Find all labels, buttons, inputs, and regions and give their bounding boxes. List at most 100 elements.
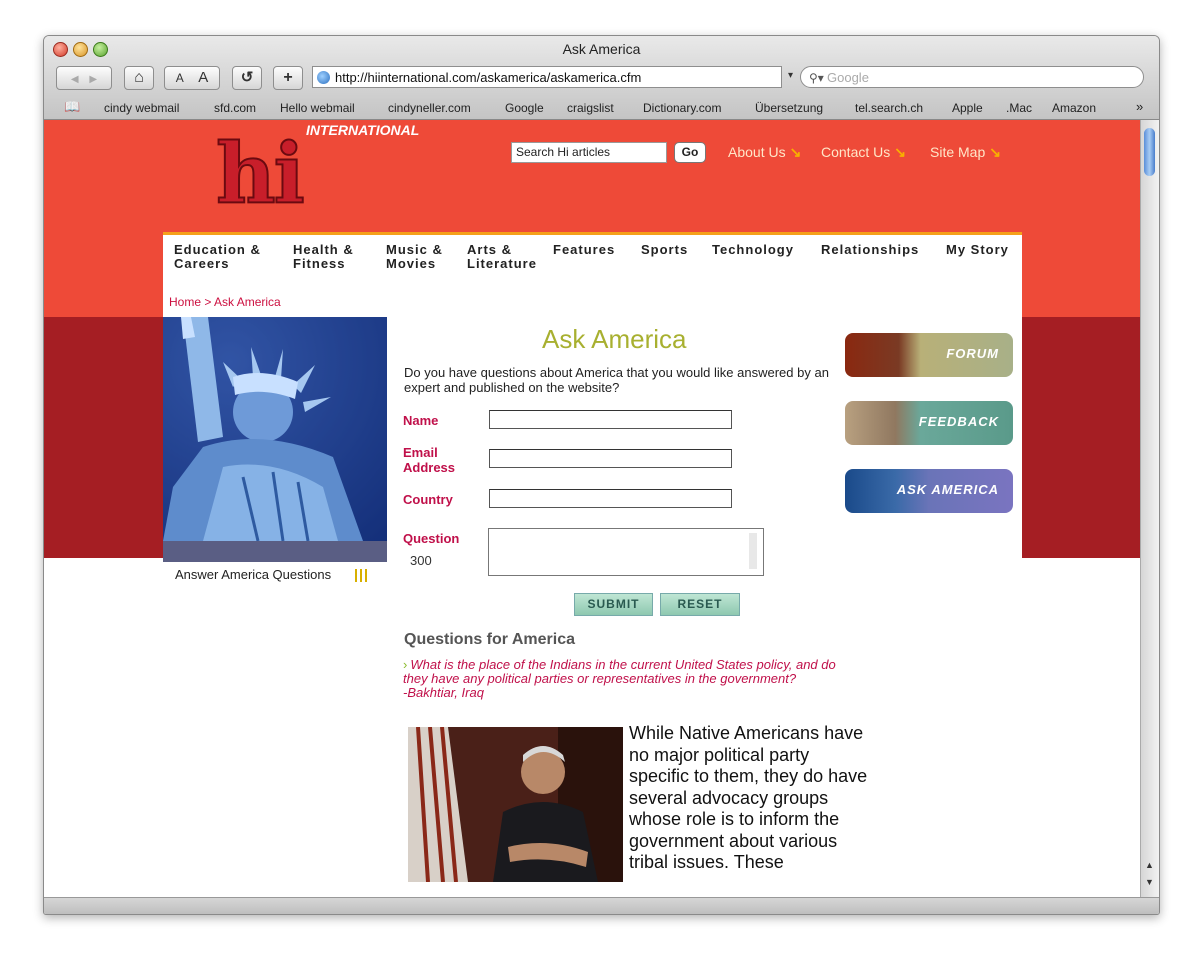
nav-music-movies[interactable]: Music & Movies	[386, 243, 443, 271]
bookmark-item[interactable]: Amazon	[1052, 101, 1096, 115]
nav-sports[interactable]: Sports	[641, 243, 688, 257]
email-label-line: Email	[403, 445, 438, 460]
bullet-icon: ›	[403, 657, 408, 672]
nav-label: Music &	[386, 242, 443, 257]
image-caption-strip	[163, 541, 387, 562]
bookmark-item[interactable]: cindy webmail	[104, 101, 179, 115]
breadcrumb[interactable]: Home > Ask America	[169, 295, 281, 309]
address-dropdown-icon[interactable]: ▾	[788, 70, 793, 81]
page-title: Ask America	[542, 324, 687, 354]
search-icon: ⚲▾	[809, 71, 824, 85]
question-textarea[interactable]	[488, 528, 764, 576]
bookmark-item[interactable]: Hello webmail	[280, 101, 355, 115]
bookmarks-bar: 📖 cindy webmail sfd.com Hello webmail ci…	[44, 98, 1159, 118]
character-count: 300	[410, 553, 432, 568]
nav-label: Health &	[293, 242, 354, 257]
nav-technology[interactable]: Technology	[712, 243, 794, 257]
site-map-link[interactable]: Site Map ↘	[930, 144, 1001, 161]
bookmarks-book-icon[interactable]: 📖	[64, 99, 80, 115]
nav-arts-literature[interactable]: Arts & Literature	[467, 243, 537, 271]
address-bar[interactable]: http://hiinternational.com/askamerica/as…	[312, 66, 782, 88]
question-entry[interactable]: › What is the place of the Indians in the…	[403, 658, 848, 700]
nav-label: Features	[553, 242, 616, 257]
site-icon	[317, 71, 330, 84]
site-search-input[interactable]: Search Hi articles	[511, 142, 667, 163]
document-icon[interactable]	[355, 569, 367, 582]
forum-button[interactable]: FORUM	[845, 333, 1013, 377]
contact-us-label: Contact Us	[821, 144, 891, 160]
answer-america-questions-link[interactable]: Answer America Questions	[175, 567, 331, 582]
home-button[interactable]: ⌂	[124, 66, 154, 90]
address-text: http://hiinternational.com/askamerica/as…	[335, 70, 642, 85]
more-bookmarks-icon[interactable]: »	[1136, 99, 1143, 114]
site-logo[interactable]: hi	[215, 131, 306, 217]
google-search-field[interactable]: ⚲▾ Google	[800, 66, 1144, 88]
plus-icon: +	[283, 69, 293, 86]
bookmark-item[interactable]: Dictionary.com	[643, 101, 721, 115]
reset-button[interactable]: RESET	[660, 593, 740, 616]
forward-icon[interactable]: ▶	[89, 74, 97, 85]
bookmark-item[interactable]: .Mac	[1006, 101, 1032, 115]
bookmark-item[interactable]: tel.search.ch	[855, 101, 923, 115]
site-search-go-button[interactable]: Go	[674, 142, 706, 163]
browser-window: Ask America ◀ ▶ ⌂ A A ↺ + http://hiinter…	[43, 35, 1160, 915]
arrow-icon: ↘	[789, 144, 802, 160]
answer-text: While Native Americans have no major pol…	[629, 723, 868, 872]
email-label: Email Address	[403, 445, 455, 475]
scroll-up-icon[interactable]: ▲	[1145, 860, 1154, 870]
bookmark-item[interactable]: cindyneller.com	[388, 101, 471, 115]
nav-label: Fitness	[293, 256, 346, 271]
forum-label: FORUM	[946, 346, 999, 361]
site-logo-subtitle: INTERNATIONAL	[306, 122, 420, 138]
text-size-buttons[interactable]: A A	[164, 66, 220, 90]
question-label: Question	[403, 531, 460, 546]
site-map-label: Site Map	[930, 144, 986, 160]
back-icon[interactable]: ◀	[71, 74, 79, 85]
text-smaller-button[interactable]: A	[176, 71, 184, 85]
email-field[interactable]	[489, 449, 732, 468]
bookmark-item[interactable]: craigslist	[567, 101, 614, 115]
country-field[interactable]	[489, 489, 732, 508]
email-label-line: Address	[403, 460, 456, 475]
back-forward-buttons[interactable]: ◀ ▶	[56, 66, 112, 90]
add-bookmark-button[interactable]: +	[273, 66, 303, 90]
nav-label: Literature	[467, 256, 537, 271]
reload-button[interactable]: ↺	[232, 66, 262, 90]
feedback-button[interactable]: FEEDBACK	[845, 401, 1013, 445]
question-text: What is the place of the Indians in the …	[403, 657, 836, 686]
ask-america-button[interactable]: ASK AMERICA	[845, 469, 1013, 513]
arrow-icon: ↘	[894, 144, 906, 160]
contact-us-link[interactable]: Contact Us ↘	[821, 144, 906, 161]
reload-icon: ↺	[240, 69, 254, 86]
nav-label: Technology	[712, 242, 794, 257]
bookmark-item[interactable]: Übersetzung	[755, 101, 823, 115]
name-field[interactable]	[489, 410, 732, 429]
nav-health-fitness[interactable]: Health & Fitness	[293, 243, 354, 271]
home-icon: ⌂	[134, 69, 144, 86]
arrow-icon: ↘	[989, 144, 1001, 160]
nav-label: Sports	[641, 242, 689, 257]
country-label: Country	[403, 492, 453, 507]
nav-my-story[interactable]: My Story	[946, 243, 1009, 257]
nav-relationships[interactable]: Relationships	[821, 243, 919, 257]
bookmark-item[interactable]: Apple	[952, 101, 983, 115]
scroll-thumb[interactable]	[1144, 128, 1155, 176]
window-title: Ask America	[562, 41, 641, 57]
nav-label: My Story	[946, 242, 1009, 257]
submit-button[interactable]: SUBMIT	[574, 593, 653, 616]
intro-text: Do you have questions about America that…	[404, 365, 829, 395]
text-larger-button[interactable]: A	[198, 69, 208, 86]
nav-label: Arts &	[467, 242, 513, 257]
bookmark-item[interactable]: sfd.com	[214, 101, 256, 115]
nav-features[interactable]: Features	[553, 243, 615, 257]
vertical-scrollbar[interactable]: ▲ ▼	[1140, 120, 1159, 897]
nav-education-careers[interactable]: Education & Careers	[174, 243, 261, 271]
nav-label: Movies	[386, 256, 437, 271]
browser-chrome: Ask America ◀ ▶ ⌂ A A ↺ + http://hiinter…	[44, 36, 1159, 120]
statue-of-liberty-image	[163, 317, 387, 541]
name-label: Name	[403, 413, 439, 428]
question-author: -Bakhtiar, Iraq	[403, 685, 484, 700]
bookmark-item[interactable]: Google	[505, 101, 544, 115]
scroll-down-icon[interactable]: ▼	[1145, 877, 1154, 887]
about-us-link[interactable]: About Us ↘	[728, 144, 801, 161]
